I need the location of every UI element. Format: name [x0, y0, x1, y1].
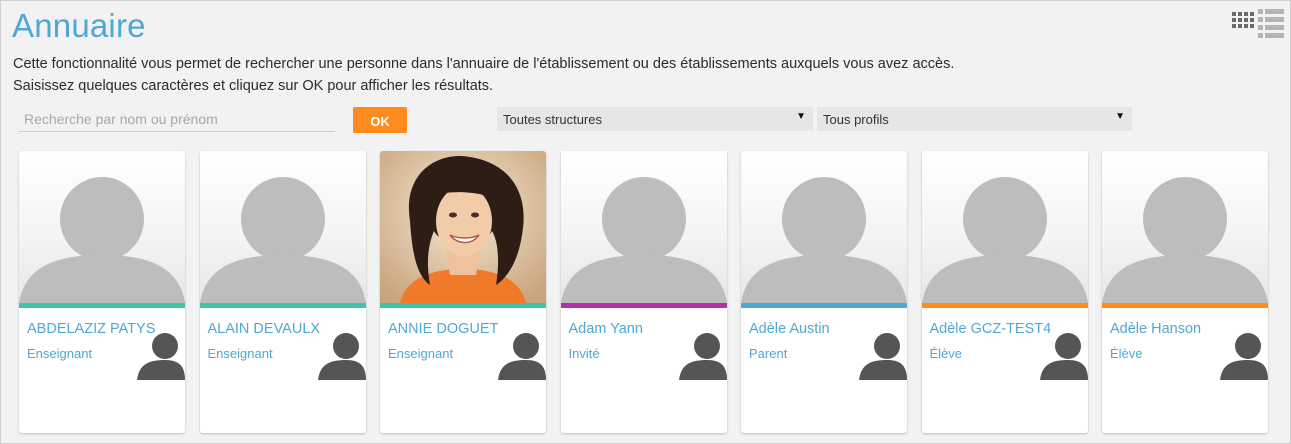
user-profile: Élève — [929, 346, 963, 361]
user-card[interactable]: Adam Yann Invité — [560, 151, 727, 433]
list-view-icon[interactable] — [1258, 9, 1284, 38]
user-silhouette-icon — [859, 330, 907, 385]
profile-color-bar — [741, 303, 907, 308]
user-profile: Élève — [1110, 346, 1143, 361]
default-avatar-icon — [560, 151, 727, 303]
user-profile: Parent — [749, 346, 788, 361]
description-line-2: Saisissez quelques caractères et cliquez… — [13, 78, 494, 94]
default-avatar-icon — [921, 151, 1088, 303]
profile-color-bar — [921, 303, 1088, 308]
default-avatar-icon — [741, 151, 907, 303]
user-silhouette-icon — [678, 330, 727, 385]
user-name[interactable]: ANNIE DOGUET — [388, 321, 498, 337]
search-bar: OK — [18, 107, 407, 133]
user-name[interactable]: Adèle Austin — [749, 321, 830, 337]
user-name[interactable]: Adèle Hanson — [1110, 321, 1201, 337]
user-profile: Invité — [568, 346, 600, 361]
user-profile: Enseignant — [27, 346, 93, 361]
user-silhouette-icon — [498, 330, 546, 385]
profile-select[interactable]: Tous profils ▼ — [817, 107, 1132, 131]
profile-color-bar — [199, 303, 366, 308]
ok-button[interactable]: OK — [353, 107, 407, 133]
user-silhouette-icon — [1220, 330, 1268, 385]
default-avatar-icon — [19, 151, 185, 303]
profile-color-bar — [380, 303, 546, 308]
default-avatar-icon — [199, 151, 366, 303]
user-silhouette-icon — [1039, 330, 1088, 385]
default-avatar-icon — [1102, 151, 1268, 303]
user-card[interactable]: ANNIE DOGUET Enseignant — [380, 151, 546, 433]
user-name[interactable]: ALAIN DEVAULX — [208, 321, 321, 337]
user-silhouette-icon — [137, 330, 185, 385]
user-card[interactable]: Adèle Hanson Élève — [1102, 151, 1268, 433]
page-title: Annuaire — [12, 7, 146, 44]
user-photo — [380, 151, 546, 303]
structure-select-value: Toutes structures — [503, 112, 602, 127]
user-name[interactable]: Adèle GCZ-TEST4 — [930, 321, 1052, 337]
search-input[interactable] — [18, 107, 335, 132]
user-profile: Enseignant — [207, 346, 273, 361]
profile-color-bar — [560, 303, 727, 308]
profile-select-value: Tous profils — [823, 112, 889, 127]
dropdown-arrow-icon: ▼ — [796, 111, 806, 122]
user-card[interactable]: ABDELAZIZ PATYS Enseignant — [19, 151, 185, 433]
profile-color-bar — [1102, 303, 1268, 308]
dropdown-arrow-icon: ▼ — [1115, 111, 1125, 122]
grid-view-icon[interactable] — [1232, 12, 1254, 28]
view-toggle — [1232, 9, 1284, 38]
profile-color-bar — [19, 303, 185, 308]
user-profile: Enseignant — [388, 346, 454, 361]
page-description: Cette fonctionnalité vous permet de rech… — [13, 53, 954, 97]
user-card[interactable]: Adèle Austin Parent — [741, 151, 907, 433]
user-card[interactable]: Adèle GCZ-TEST4 Élève — [921, 151, 1088, 433]
structure-select[interactable]: Toutes structures ▼ — [497, 107, 813, 131]
user-silhouette-icon — [317, 330, 366, 385]
user-name[interactable]: Adam Yann — [569, 321, 643, 337]
description-line-1: Cette fonctionnalité vous permet de rech… — [13, 56, 955, 72]
user-card[interactable]: ALAIN DEVAULX Enseignant — [199, 151, 366, 433]
